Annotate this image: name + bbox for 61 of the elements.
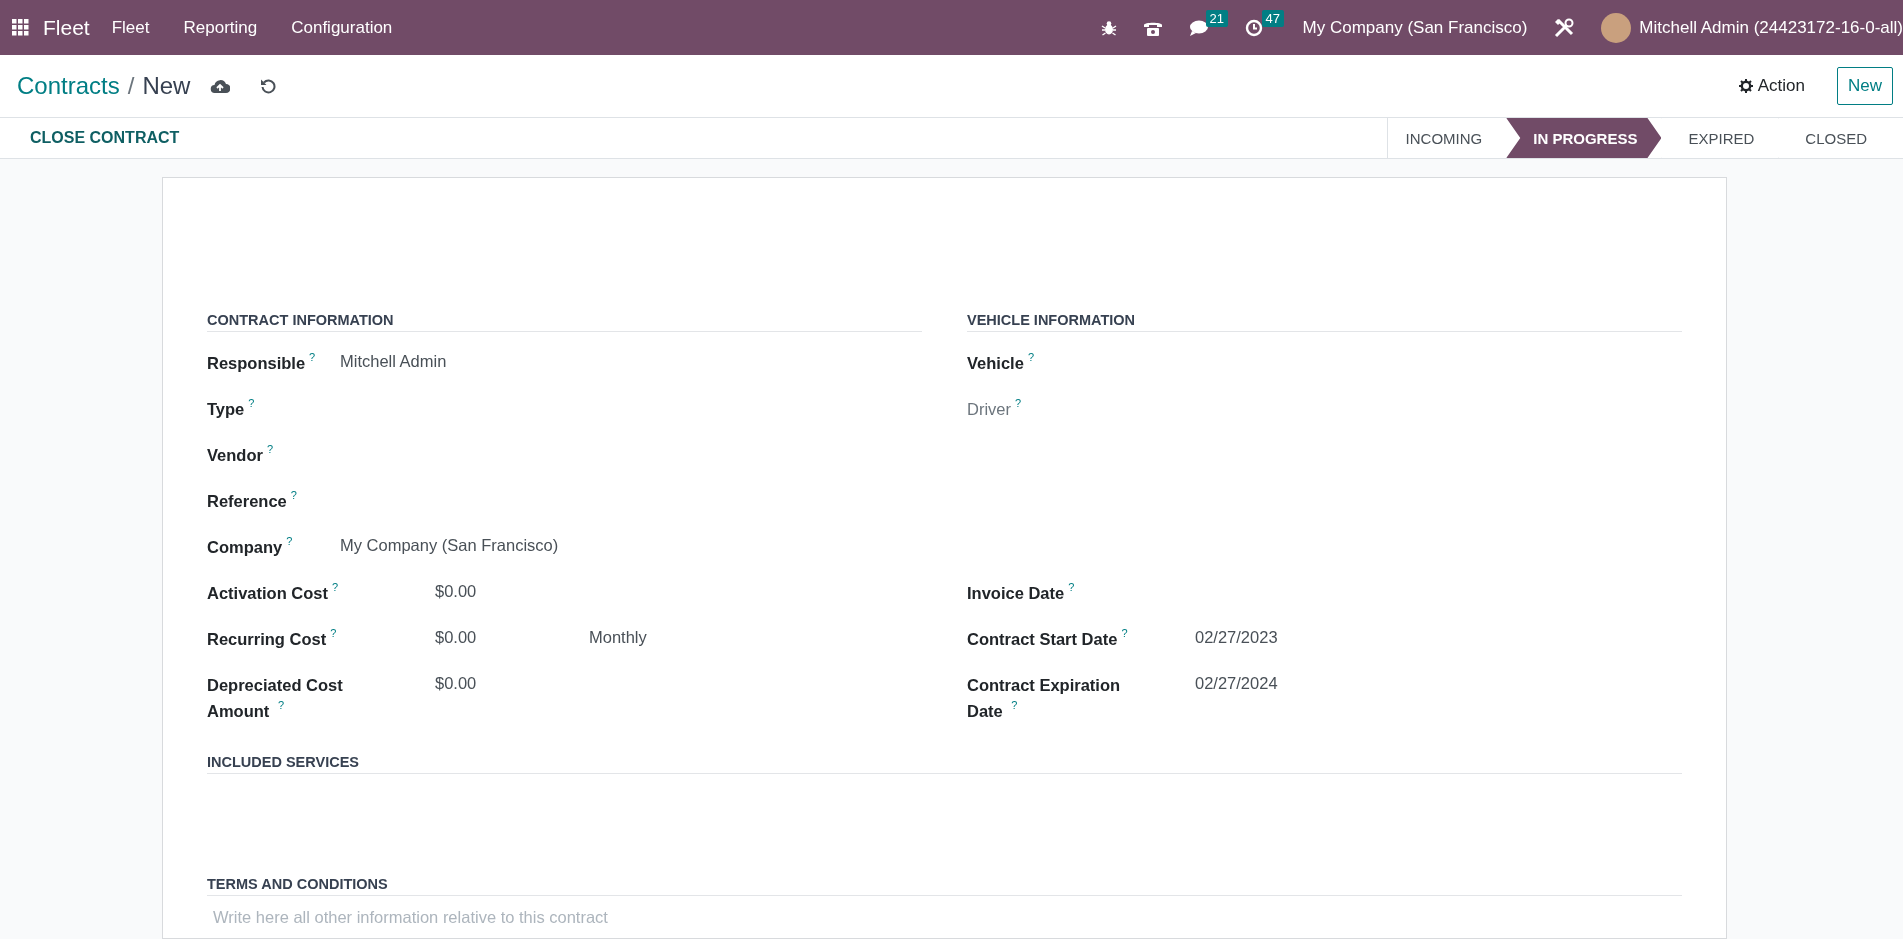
help-tooltip-mark[interactable]: ?: [1027, 351, 1034, 363]
menu-item[interactable]: Configuration: [291, 17, 393, 38]
field-value[interactable]: 02/27/2023: [1195, 628, 1349, 647]
field-value[interactable]: $0.00: [435, 628, 589, 647]
undo-icon[interactable]: [260, 78, 277, 94]
breadcrumb-link[interactable]: Contracts: [17, 72, 120, 100]
help-tooltip-mark[interactable]: ?: [266, 443, 274, 455]
company-switcher[interactable]: My Company (San Francisco): [1302, 17, 1528, 38]
period-value[interactable]: Monthly: [589, 628, 647, 647]
app-name-link[interactable]: Fleet: [43, 15, 90, 40]
field-label: Activation Cost: [207, 584, 328, 602]
field-label: Depreciated Cost Amount $^{?}$: [207, 676, 343, 720]
field-value[interactable]: 02/27/2024: [1195, 674, 1349, 693]
field-label: Company: [207, 538, 283, 556]
new-button[interactable]: New: [1837, 67, 1893, 105]
field-value[interactable]: $0.00: [435, 582, 589, 601]
close-contract-button[interactable]: CLOSE CONTRACT: [30, 125, 180, 151]
section-heading: CONTRACT INFORMATION: [207, 312, 922, 332]
cloud-upload-icon[interactable]: [210, 78, 231, 94]
help-tooltip-mark[interactable]: ?: [1068, 581, 1075, 593]
help-tooltip-mark[interactable]: ?: [290, 489, 297, 501]
field-label: Contract Start Date: [967, 630, 1118, 648]
field-value[interactable]: Mitchell Admin: [340, 352, 494, 371]
help-tooltip-mark[interactable]: ?: [1121, 627, 1128, 639]
field-label: Recurring Cost: [207, 630, 327, 648]
field-label: Invoice Date: [967, 584, 1065, 602]
help-tooltip-mark[interactable]: ?: [1015, 397, 1022, 409]
apps-grid-icon[interactable]: [12, 19, 29, 36]
tools-icon[interactable]: [1553, 16, 1576, 39]
section-heading: INCLUDED SERVICES: [207, 754, 1682, 774]
field-label: Reference: [207, 492, 287, 510]
user-menu[interactable]: Mitchell Admin (24423172-16-0-all): [1601, 12, 1903, 43]
field-value[interactable]: $0.00: [435, 674, 589, 693]
field-label: Responsible: [207, 354, 306, 372]
bug-icon[interactable]: [1100, 19, 1117, 36]
stage-tab[interactable]: IN PROGRESS: [1506, 118, 1662, 158]
user-name: Mitchell Admin (24423172-16-0-all): [1639, 17, 1903, 38]
field-label: Type: [207, 400, 245, 418]
activity-count-badge: 47: [1261, 9, 1284, 27]
field-label: Vehicle: [967, 354, 1024, 372]
field-label: Vendor: [207, 446, 263, 464]
clock-icon[interactable]: [1244, 18, 1263, 37]
breadcrumb-separator: /: [127, 72, 135, 100]
section-heading: VEHICLE INFORMATION: [967, 312, 1682, 332]
menu-item[interactable]: Fleet: [111, 17, 150, 38]
message-count-badge: 21: [1205, 9, 1228, 27]
help-tooltip-mark[interactable]: ?: [330, 627, 337, 639]
menu-item[interactable]: Reporting: [183, 17, 258, 38]
chat-icon[interactable]: [1188, 18, 1209, 37]
help-tooltip-mark[interactable]: ?: [286, 535, 293, 547]
help-tooltip-mark[interactable]: ?: [332, 581, 339, 593]
avatar-circle: [1601, 12, 1632, 43]
help-tooltip-mark[interactable]: ?: [309, 351, 316, 363]
field-label: Driver: [967, 400, 1011, 418]
field-value[interactable]: My Company (San Francisco): [340, 536, 559, 555]
gear-icon: [1738, 79, 1753, 93]
breadcrumb-current: New: [142, 72, 191, 100]
field-label: Contract Expiration Date $^{?}$: [967, 676, 1121, 720]
action-menu-button[interactable]: Action: [1728, 68, 1815, 104]
help-tooltip-mark[interactable]: ?: [248, 397, 255, 409]
section-heading: TERMS AND CONDITIONS: [207, 876, 1682, 896]
